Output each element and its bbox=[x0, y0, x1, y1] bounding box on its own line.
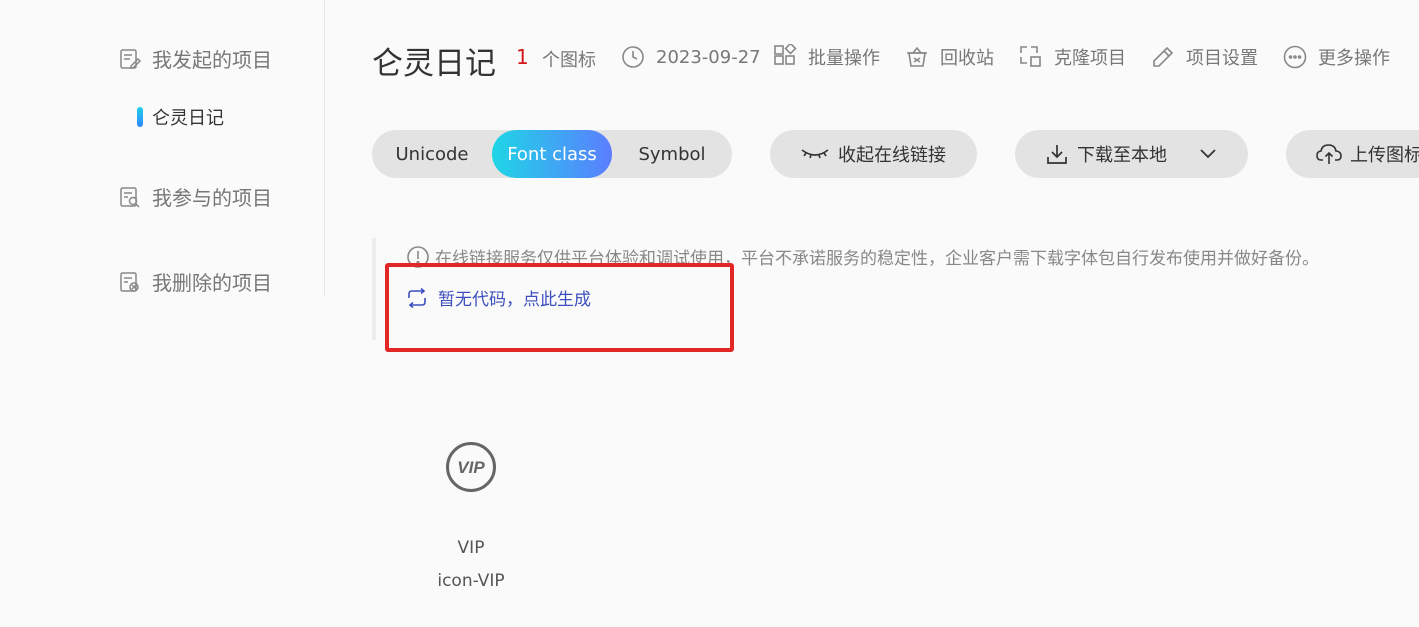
batch-operation-label: 批量操作 bbox=[808, 48, 880, 69]
trash-icon bbox=[904, 44, 930, 70]
upload-icon-button[interactable]: 上传图标 bbox=[1286, 130, 1419, 178]
batch-operation-button[interactable]: 批量操作 bbox=[772, 44, 880, 70]
cloud-upload-icon bbox=[1316, 143, 1342, 165]
deleted-doc-icon bbox=[118, 270, 142, 294]
closed-eye-icon bbox=[800, 146, 830, 162]
sidebar-item-label: 我删除的项目 bbox=[152, 271, 272, 295]
tab-unicode[interactable]: Unicode bbox=[372, 130, 492, 178]
sidebar-sub-item-project[interactable]: 仑灵日记 bbox=[137, 104, 224, 130]
active-indicator bbox=[137, 107, 143, 127]
download-local-label: 下载至本地 bbox=[1077, 145, 1167, 166]
icon-name: VIP bbox=[457, 538, 485, 558]
more-actions-label: 更多操作 bbox=[1318, 48, 1390, 69]
notice-side-bar bbox=[372, 238, 376, 340]
more-actions-button[interactable]: 更多操作 bbox=[1282, 44, 1390, 70]
clone-project-button[interactable]: 克隆项目 bbox=[1018, 44, 1126, 70]
upload-icon-label: 上传图标 bbox=[1350, 145, 1419, 166]
icon-count-label: 个图标 bbox=[542, 50, 596, 71]
project-date: 2023-09-27 bbox=[620, 44, 761, 70]
sidebar-item-label: 我参与的项目 bbox=[152, 186, 272, 210]
highlight-annotation-box bbox=[385, 263, 734, 352]
sidebar: 我发起的项目 仑灵日记 我参与的项目 我删除的项目 bbox=[0, 0, 325, 296]
clock-icon bbox=[620, 44, 646, 70]
recycle-bin-button[interactable]: 回收站 bbox=[904, 44, 994, 70]
page: 我发起的项目 仑灵日记 我参与的项目 我删除的项目 仑灵日记 1 个图标 202… bbox=[0, 0, 1419, 627]
sidebar-item-initiated[interactable]: 我发起的项目 bbox=[118, 44, 272, 73]
project-settings-button[interactable]: 项目设置 bbox=[1150, 44, 1258, 70]
chevron-down-icon[interactable] bbox=[1199, 148, 1217, 160]
vip-glyph-text: VIP bbox=[457, 458, 485, 477]
sidebar-item-deleted[interactable]: 我删除的项目 bbox=[118, 267, 272, 296]
collapse-online-link-button[interactable]: 收起在线链接 bbox=[770, 130, 977, 178]
vip-icon: VIP bbox=[446, 442, 496, 492]
download-icon bbox=[1045, 142, 1069, 166]
icon-count: 1 bbox=[516, 45, 529, 69]
project-settings-label: 项目设置 bbox=[1186, 48, 1258, 69]
download-local-button[interactable]: 下载至本地 bbox=[1015, 130, 1248, 178]
sidebar-sub-item-label: 仑灵日记 bbox=[152, 108, 224, 129]
sidebar-item-participated[interactable]: 我参与的项目 bbox=[118, 182, 272, 211]
pencil-icon bbox=[1150, 44, 1176, 70]
edit-doc-icon bbox=[118, 47, 142, 71]
date-text: 2023-09-27 bbox=[656, 46, 761, 68]
icon-card[interactable]: VIP VIP icon-VIP bbox=[420, 436, 522, 596]
clone-project-label: 克隆项目 bbox=[1054, 48, 1126, 69]
collapse-online-link-label: 收起在线链接 bbox=[838, 145, 946, 166]
sidebar-item-label: 我发起的项目 bbox=[152, 48, 272, 72]
recycle-bin-label: 回收站 bbox=[940, 48, 994, 69]
clone-icon bbox=[1018, 44, 1044, 70]
page-title: 仑灵日记 bbox=[372, 46, 496, 82]
grid-icon bbox=[772, 44, 798, 70]
tab-symbol[interactable]: Symbol bbox=[612, 130, 732, 178]
more-dots-icon bbox=[1282, 44, 1308, 70]
tab-font-class[interactable]: Font class bbox=[492, 130, 612, 178]
search-doc-icon bbox=[118, 185, 142, 209]
icon-class-name: icon-VIP bbox=[437, 571, 505, 591]
code-type-tabs: Unicode Font class Symbol bbox=[372, 130, 732, 178]
